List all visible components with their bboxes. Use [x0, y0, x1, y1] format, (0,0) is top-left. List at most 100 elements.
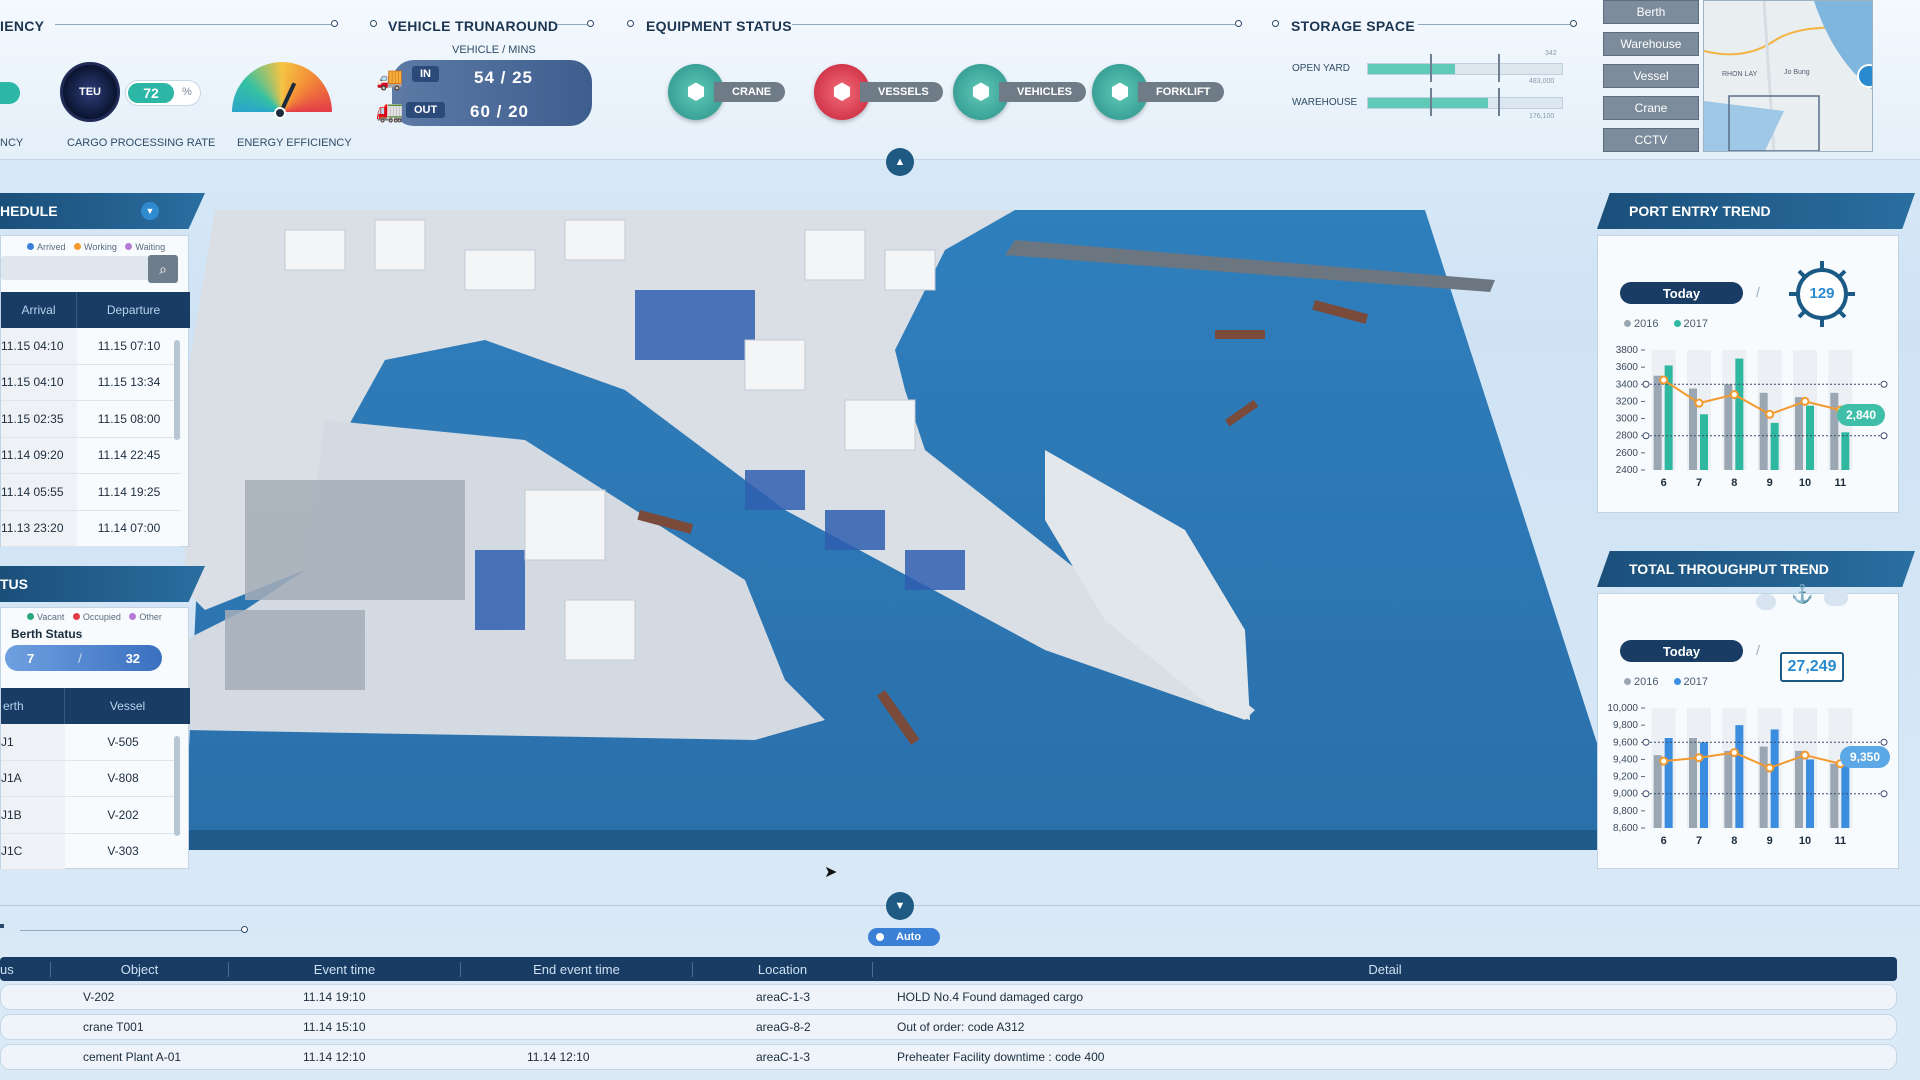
table-row[interactable]: J1C V-303 — [1, 833, 181, 870]
storage-space-title: STORAGE SPACE — [1291, 18, 1415, 34]
port-entry-legend: 2016 2017 — [1624, 318, 1708, 330]
end-event-time-cell: 11.14 12:10 — [527, 1050, 590, 1064]
schedule-table-header: Arrival Departure — [1, 292, 190, 328]
crane-hook-icon: ⚓ — [1791, 584, 1814, 604]
layer-button-berth[interactable]: Berth — [1603, 0, 1699, 24]
col-detail[interactable]: Detail — [872, 961, 1897, 977]
storage-row-label: WAREHOUSE — [1292, 97, 1358, 108]
status-panel: Vacant Occupied Other Berth Status 7 / 3… — [0, 607, 190, 870]
col-location[interactable]: Location — [692, 961, 872, 977]
port-entry-header: PORT ENTRY TREND — [1597, 193, 1915, 229]
object-cell: cement Plant A-01 — [83, 1050, 182, 1064]
table-row[interactable]: J1B V-202 — [1, 797, 181, 834]
layer-button-cctv[interactable]: CCTV — [1603, 128, 1699, 152]
event-table-header: us Object Event time End event time Loca… — [0, 957, 1897, 981]
schedule-legend: Arrived Working Waiting — [27, 242, 165, 252]
col-event-time[interactable]: Event time — [228, 961, 460, 977]
bar-2016 — [1830, 392, 1839, 470]
col-status[interactable]: us — [0, 962, 50, 977]
storage-marker — [1430, 54, 1432, 82]
berth-scrollbar[interactable] — [174, 736, 180, 836]
x-tick-label: 9 — [1767, 477, 1773, 489]
port-entry-today-button[interactable]: Today — [1620, 282, 1743, 304]
minimap[interactable]: RHON LAY Jo Bung — [1703, 0, 1873, 152]
layer-button-vessel[interactable]: Vessel — [1603, 64, 1699, 88]
table-row[interactable]: 11.15 04:10 11.15 13:34 — [1, 364, 181, 401]
table-row[interactable]: 11.13 23:20 11.14 07:00 — [1, 510, 181, 547]
storage-open-yard-bar — [1367, 63, 1563, 75]
layer-button-crane[interactable]: Crane — [1603, 96, 1699, 120]
legend-vacant: Vacant — [37, 612, 65, 622]
x-tick-label: 10 — [1799, 835, 1811, 847]
x-tick-label: 8 — [1731, 835, 1737, 847]
trend-point — [1694, 398, 1704, 408]
schedule-scrollbar[interactable] — [174, 340, 180, 440]
y-tick-label: 9,600 — [1613, 737, 1638, 748]
event-row[interactable]: V-202 11.14 19:10 areaC-1-3 HOLD No.4 Found… — [0, 984, 1897, 1010]
cargo-processing-label: CARGO PROCESSING RATE — [67, 137, 216, 149]
bar-2016 — [1830, 763, 1839, 828]
vessel-cell: V-808 — [107, 771, 139, 786]
port-3d-scene[interactable] — [185, 190, 1665, 850]
detail-cell: Preheater Facility downtime : code 400 — [897, 1050, 1105, 1064]
table-row[interactable]: 11.14 05:55 11.14 19:25 — [1, 474, 181, 511]
equip-vessels[interactable]: ⬢ VESSELS — [814, 64, 943, 120]
vehicle-in-value: 54 / 25 — [474, 68, 533, 87]
table-row[interactable]: J1 V-505 — [1, 724, 181, 761]
col-object[interactable]: Object — [50, 961, 228, 977]
equip-forklift[interactable]: ⬢ FORKLIFT — [1092, 64, 1225, 120]
col-vessel[interactable]: Vessel — [65, 688, 190, 724]
berth-separator: / — [78, 650, 82, 666]
collapse-top-button[interactable]: ▲ — [886, 148, 914, 176]
throughput-today-button[interactable]: Today — [1620, 640, 1743, 662]
table-row[interactable]: 11.15 02:35 11.15 08:00 — [1, 401, 181, 438]
event-row[interactable]: cement Plant A-01 11.14 12:10 11.14 12:10 a… — [0, 1044, 1897, 1070]
port-entry-value: 129 — [1809, 285, 1835, 302]
col-end-event-time[interactable]: End event time — [460, 961, 692, 977]
schedule-search-input[interactable] — [1, 256, 151, 280]
berth-cell: J1C — [1, 833, 65, 869]
collapse-bottom-button[interactable]: ▼ — [886, 892, 914, 920]
efficiency-label: NCY — [0, 137, 24, 149]
col-departure[interactable]: Departure — [77, 292, 190, 328]
legend-dot-2016 — [1624, 678, 1631, 685]
table-row[interactable]: 11.15 04:10 11.15 07:10 — [1, 328, 181, 365]
layer-buttons: Berth Warehouse Vessel Crane CCTV — [1603, 0, 1699, 152]
section-dot — [0, 924, 4, 928]
toggle-knob — [876, 933, 884, 941]
storage-open-yard-fill — [1368, 64, 1456, 74]
vehicle-sub-label: VEHICLE / MINS — [452, 44, 536, 56]
table-row[interactable]: 11.14 09:20 11.14 22:45 — [1, 437, 181, 474]
section-dot — [241, 926, 248, 933]
equip-crane[interactable]: ⬢ CRANE — [668, 64, 786, 120]
storage-row-label: OPEN YARD — [1292, 63, 1350, 74]
col-berth[interactable]: erth — [1, 688, 65, 724]
section-dot — [1272, 20, 1279, 27]
status-title: TUS — [0, 576, 28, 592]
status-panel-header: TUS — [0, 566, 205, 602]
truck-out-icon: 🚛 — [376, 98, 404, 123]
table-row[interactable]: J1A V-808 — [1, 760, 181, 797]
storage-marker — [1498, 88, 1500, 116]
bar-2017 — [1700, 414, 1708, 470]
throughput-header: TOTAL THROUGHPUT TREND — [1597, 551, 1915, 587]
auto-toggle[interactable]: Auto — [868, 928, 940, 946]
location-cell: areaC-1-3 — [756, 990, 811, 1004]
schedule-dropdown-icon[interactable]: ▼ — [141, 202, 159, 220]
equip-vehicles[interactable]: ⬢ VEHICLES — [953, 64, 1087, 120]
col-arrival[interactable]: Arrival — [1, 292, 77, 328]
port-entry-panel: Today / 129 2016 2017 3800 3600 3400 3200 30… — [1597, 235, 1899, 513]
event-row[interactable]: crane T001 11.14 15:10 areaG-8-2 Out of ord… — [0, 1014, 1897, 1040]
vehicle-out-value: 60 / 20 — [470, 102, 529, 121]
layer-button-warehouse[interactable]: Warehouse — [1603, 32, 1699, 56]
bar-2016 — [1759, 746, 1768, 828]
event-table-body: V-202 11.14 19:10 areaC-1-3 HOLD No.4 Found… — [0, 984, 1897, 1074]
legend-working: Working — [84, 242, 117, 252]
legend-dot-other — [129, 613, 137, 620]
search-icon[interactable]: ⌕ — [148, 255, 178, 283]
x-tick-label: 7 — [1696, 477, 1702, 489]
throughput-chart: 10,000 9,800 9,600 9,400 9,200 9,000 8,800 8,60… — [1607, 704, 1888, 847]
bar-2016 — [1653, 755, 1662, 828]
teu-icon: TEU — [60, 62, 120, 122]
arrival-cell: 11.14 09:20 — [1, 437, 77, 473]
